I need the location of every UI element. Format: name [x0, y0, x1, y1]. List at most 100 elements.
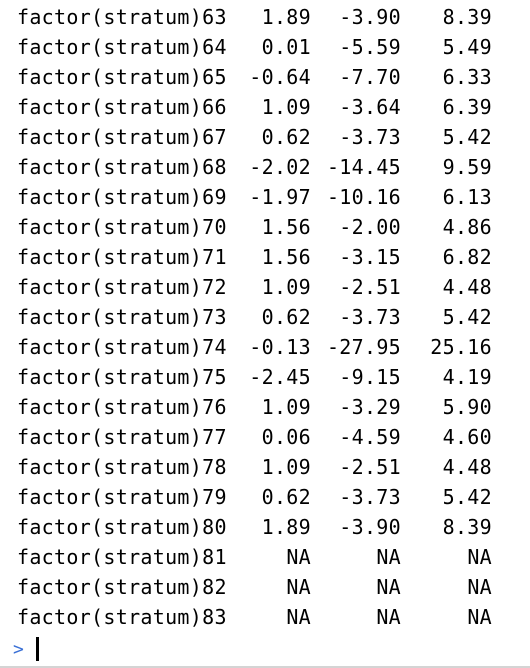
coef-lower: NA	[376, 575, 401, 599]
coef-name: factor(stratum)68	[17, 155, 227, 179]
output-row: factor(stratum)64 0.01 -5.59 5.49	[17, 32, 492, 62]
coef-name: factor(stratum)80	[17, 515, 227, 539]
coef-estimate: 0.06	[261, 425, 311, 449]
coef-upper: 5.42	[442, 485, 492, 509]
coef-upper: 5.42	[442, 305, 492, 329]
output-row: factor(stratum)74 -0.13 -27.95 25.16	[17, 332, 492, 362]
output-row: factor(stratum)67 0.62 -3.73 5.42	[17, 122, 492, 152]
coef-name: factor(stratum)74	[17, 335, 227, 359]
coef-lower: -3.90	[339, 5, 401, 29]
coef-name: factor(stratum)67	[17, 125, 227, 149]
output-row: factor(stratum)79 0.62 -3.73 5.42	[17, 482, 492, 512]
output-row: factor(stratum)77 0.06 -4.59 4.60	[17, 422, 492, 452]
coef-estimate: 0.01	[261, 35, 311, 59]
coef-estimate: NA	[286, 545, 311, 569]
coef-lower: -2.00	[339, 215, 401, 239]
coef-estimate: NA	[286, 605, 311, 629]
coef-name: factor(stratum)79	[17, 485, 227, 509]
output-row: factor(stratum)65 -0.64 -7.70 6.33	[17, 62, 492, 92]
coef-estimate: -1.97	[249, 185, 311, 209]
coef-name: factor(stratum)71	[17, 245, 227, 269]
coef-upper: 4.48	[442, 455, 492, 479]
coef-lower: -10.16	[326, 185, 401, 209]
output-row: factor(stratum)71 1.56 -3.15 6.82	[17, 242, 492, 272]
coef-estimate: 0.62	[261, 485, 311, 509]
coef-estimate: 1.09	[261, 455, 311, 479]
coef-estimate: NA	[286, 575, 311, 599]
coef-lower: -7.70	[339, 65, 401, 89]
output-row: factor(stratum)68 -2.02 -14.45 9.59	[17, 152, 492, 182]
console-output: factor(stratum)63 1.89 -3.90 8.39 factor(str…	[17, 2, 492, 632]
coef-estimate: 1.09	[261, 275, 311, 299]
output-row: factor(stratum)69 -1.97 -10.16 6.13	[17, 182, 492, 212]
output-row: factor(stratum)83 NA NA NA	[17, 602, 492, 632]
coef-estimate: -0.13	[249, 335, 311, 359]
coef-upper: 25.16	[430, 335, 492, 359]
prompt-symbol: >	[13, 638, 24, 660]
coef-upper: 4.60	[442, 425, 492, 449]
output-row: factor(stratum)80 1.89 -3.90 8.39	[17, 512, 492, 542]
coef-name: factor(stratum)81	[17, 545, 227, 569]
coef-estimate: 0.62	[261, 125, 311, 149]
coef-upper: 6.13	[442, 185, 492, 209]
console-input-line[interactable]: >	[13, 634, 39, 664]
coef-lower: -3.73	[339, 485, 401, 509]
coef-estimate: -2.45	[249, 365, 311, 389]
coef-estimate: 1.09	[261, 95, 311, 119]
coef-estimate: 1.56	[261, 215, 311, 239]
coef-name: factor(stratum)65	[17, 65, 227, 89]
coef-estimate: 1.56	[261, 245, 311, 269]
coef-upper: 8.39	[442, 5, 492, 29]
coef-estimate: 1.89	[261, 5, 311, 29]
coef-upper: 9.59	[442, 155, 492, 179]
coef-name: factor(stratum)70	[17, 215, 227, 239]
output-row: factor(stratum)66 1.09 -3.64 6.39	[17, 92, 492, 122]
coef-name: factor(stratum)82	[17, 575, 227, 599]
coef-lower: -4.59	[339, 425, 401, 449]
output-row: factor(stratum)76 1.09 -3.29 5.90	[17, 392, 492, 422]
coef-lower: -3.73	[339, 305, 401, 329]
coef-name: factor(stratum)64	[17, 35, 227, 59]
output-row: factor(stratum)73 0.62 -3.73 5.42	[17, 302, 492, 332]
coef-lower: -14.45	[326, 155, 401, 179]
coef-lower: -2.51	[339, 275, 401, 299]
coef-lower: -27.95	[326, 335, 401, 359]
coef-name: factor(stratum)75	[17, 365, 227, 389]
coef-lower: NA	[376, 605, 401, 629]
coef-upper: 4.19	[442, 365, 492, 389]
coef-lower: -2.51	[339, 455, 401, 479]
coef-estimate: -2.02	[249, 155, 311, 179]
coef-name: factor(stratum)83	[17, 605, 227, 629]
coef-name: factor(stratum)72	[17, 275, 227, 299]
output-row: factor(stratum)70 1.56 -2.00 4.86	[17, 212, 492, 242]
output-row: factor(stratum)75 -2.45 -9.15 4.19	[17, 362, 492, 392]
coef-lower: -9.15	[339, 365, 401, 389]
coef-name: factor(stratum)78	[17, 455, 227, 479]
coef-upper: 6.33	[442, 65, 492, 89]
coef-upper: 4.86	[442, 215, 492, 239]
coef-name: factor(stratum)63	[17, 5, 227, 29]
coef-estimate: 1.09	[261, 395, 311, 419]
coef-name: factor(stratum)66	[17, 95, 227, 119]
coef-name: factor(stratum)77	[17, 425, 227, 449]
output-row: factor(stratum)72 1.09 -2.51 4.48	[17, 272, 492, 302]
coef-name: factor(stratum)69	[17, 185, 227, 209]
coef-lower: -3.73	[339, 125, 401, 149]
coef-upper: 8.39	[442, 515, 492, 539]
output-row: factor(stratum)63 1.89 -3.90 8.39	[17, 2, 492, 32]
coef-upper: 6.39	[442, 95, 492, 119]
r-console[interactable]: factor(stratum)63 1.89 -3.90 8.39 factor(str…	[0, 0, 530, 668]
coef-upper: 5.49	[442, 35, 492, 59]
coef-lower: -5.59	[339, 35, 401, 59]
coef-name: factor(stratum)76	[17, 395, 227, 419]
text-cursor	[35, 637, 39, 661]
output-row: factor(stratum)81 NA NA NA	[17, 542, 492, 572]
coef-upper: 5.90	[442, 395, 492, 419]
coef-lower: -3.15	[339, 245, 401, 269]
output-row: factor(stratum)82 NA NA NA	[17, 572, 492, 602]
coef-estimate: 0.62	[261, 305, 311, 329]
coef-upper: NA	[467, 545, 492, 569]
coef-lower: NA	[376, 545, 401, 569]
coef-upper: 5.42	[442, 125, 492, 149]
coef-estimate: -0.64	[249, 65, 311, 89]
